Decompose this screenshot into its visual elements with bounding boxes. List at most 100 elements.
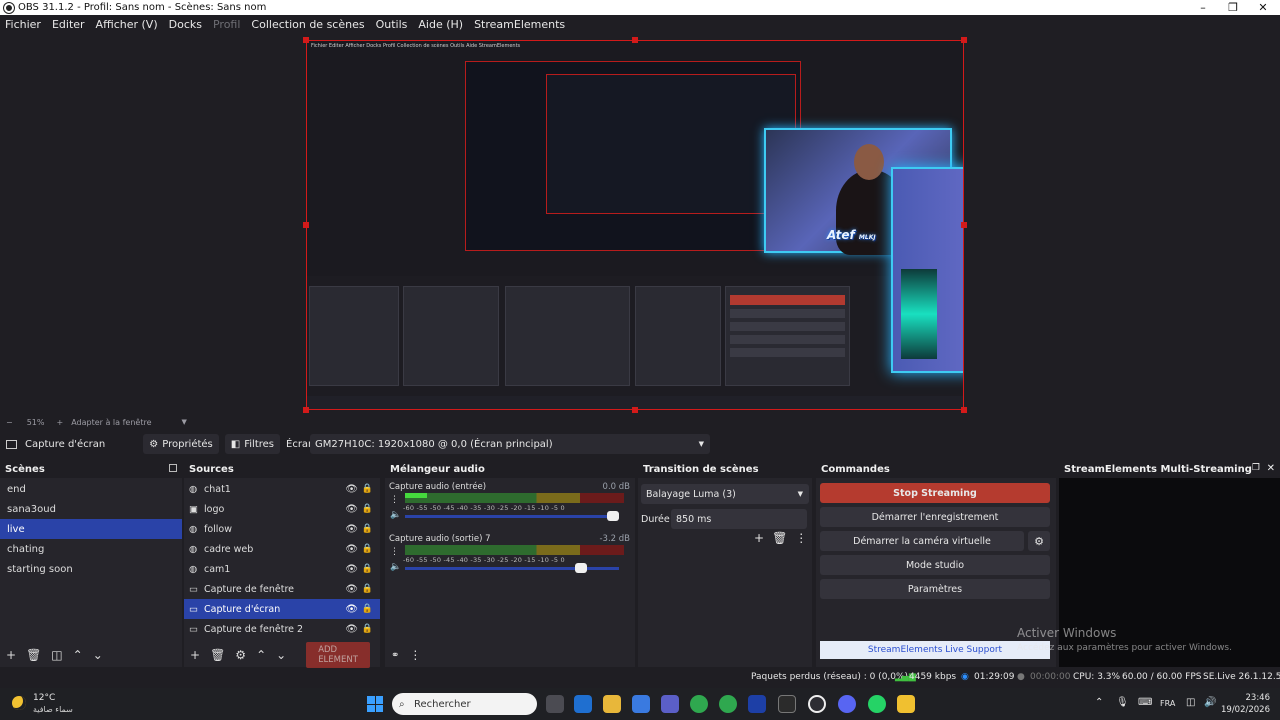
properties-button[interactable]: ⚙ Propriétés	[143, 434, 219, 454]
add-scene-icon[interactable]: +	[6, 648, 16, 662]
menu-docks[interactable]: Docks	[169, 18, 202, 31]
mixer-menu-icon[interactable]: ⋮	[409, 648, 421, 662]
volume-slider[interactable]	[405, 515, 619, 518]
menu-streamelements[interactable]: StreamElements	[474, 18, 565, 31]
scene-item-sana3oud[interactable]: sana3oud	[0, 499, 182, 519]
mic-icon[interactable]: 🎙	[1116, 697, 1129, 708]
source-item-capture-fenetre[interactable]: ▭ Capture de fenêtre 👁 🔒	[184, 579, 380, 599]
filters-button[interactable]: ◧ Filtres	[224, 434, 280, 454]
menu-outils[interactable]: Outils	[376, 18, 408, 31]
outlook-icon[interactable]	[574, 695, 592, 713]
close-icon[interactable]: ✕	[1248, 0, 1278, 15]
scene-filters-icon[interactable]: ◫	[51, 648, 62, 662]
stop-streaming-button[interactable]: Stop Streaming	[820, 483, 1050, 503]
lock-icon[interactable]: 🔒	[362, 624, 373, 634]
taskbar-search[interactable]: ⌕ Rechercher	[392, 693, 537, 715]
lock-icon[interactable]: 🔒	[362, 564, 373, 574]
store-icon[interactable]	[632, 695, 650, 713]
duration-spinbox[interactable]: 850 ms	[671, 509, 807, 529]
program-preview[interactable]: Fichier Editer Afficher Docks Profil Col…	[306, 40, 964, 410]
scene-item-starting-soon[interactable]: starting soon	[0, 559, 182, 579]
minimize-icon[interactable]: –	[1188, 0, 1218, 15]
eye-icon[interactable]: 👁	[345, 564, 358, 575]
app-u-icon[interactable]	[748, 695, 766, 713]
maximize-icon[interactable]: ❐	[1218, 0, 1248, 15]
virtual-camera-button[interactable]: Démarrer la caméra virtuelle	[820, 531, 1024, 551]
dock-float-icon[interactable]: ❐	[1252, 463, 1260, 473]
resize-handle-r[interactable]	[961, 222, 967, 228]
scene-item-chating[interactable]: chating	[0, 539, 182, 559]
screen-select[interactable]: GM27H10C: 1920x1080 @ 0,0 (Écran princip…	[310, 434, 710, 454]
eye-icon[interactable]: 👁	[345, 524, 358, 535]
move-up-icon[interactable]: ⌃	[73, 648, 83, 662]
lock-icon[interactable]: 🔒	[362, 584, 373, 594]
file-explorer-icon[interactable]	[603, 695, 621, 713]
dock-float-icon[interactable]	[169, 464, 177, 472]
speaker-icon[interactable]: 🔈	[390, 562, 401, 572]
keyboard-icon[interactable]: ⌨	[1138, 697, 1152, 708]
zoom-in-icon[interactable]: +	[56, 418, 63, 427]
volume-knob[interactable]	[607, 511, 619, 521]
add-element-button[interactable]: ADD ELEMENT	[306, 642, 370, 668]
lock-icon[interactable]: 🔒	[362, 504, 373, 514]
add-source-icon[interactable]: +	[190, 648, 200, 662]
resize-handle-bl[interactable]	[303, 407, 309, 413]
menu-collection-scenes[interactable]: Collection de scènes	[251, 18, 364, 31]
source-settings-icon[interactable]: ⚙	[235, 648, 246, 662]
lang-indicator[interactable]: FRA	[1160, 699, 1175, 708]
resize-handle-t[interactable]	[632, 37, 638, 43]
transition-select[interactable]: Balayage Luma (3) ▼	[641, 484, 809, 504]
resize-handle-l[interactable]	[303, 222, 309, 228]
eye-icon[interactable]: 👁	[345, 504, 358, 515]
eye-icon[interactable]: 👁	[345, 584, 358, 595]
whatsapp-icon[interactable]	[868, 695, 886, 713]
eye-icon[interactable]: 👁	[345, 624, 358, 635]
resize-handle-b[interactable]	[632, 407, 638, 413]
menu-afficher[interactable]: Afficher (V)	[96, 18, 158, 31]
resize-handle-tr[interactable]	[961, 37, 967, 43]
menu-editer[interactable]: Editer	[52, 18, 85, 31]
lock-icon[interactable]: 🔒	[362, 544, 373, 554]
source-item-chat1[interactable]: ◍ chat1 👁 🔒	[184, 479, 380, 499]
source-down-icon[interactable]: ⌄	[276, 648, 286, 662]
app-misc-icon[interactable]	[897, 695, 915, 713]
lock-icon[interactable]: 🔒	[362, 604, 373, 614]
source-up-icon[interactable]: ⌃	[256, 648, 266, 662]
menu-fichier[interactable]: Fichier	[5, 18, 41, 31]
chrome-icon[interactable]	[690, 695, 708, 713]
zoom-dropdown-icon[interactable]: ▼	[181, 418, 186, 426]
zoom-out-icon[interactable]: −	[6, 418, 13, 427]
discord-icon[interactable]	[838, 695, 856, 713]
settings-button[interactable]: Paramètres	[820, 579, 1050, 599]
chrome-profile-icon[interactable]	[719, 695, 737, 713]
add-transition-icon[interactable]: +	[754, 531, 764, 545]
weather-moon-icon[interactable]	[12, 696, 26, 710]
eye-icon[interactable]: 👁	[345, 484, 358, 495]
scene-item-live[interactable]: live	[0, 519, 182, 539]
move-down-icon[interactable]: ⌄	[93, 648, 103, 662]
volume-icon[interactable]: 🔊	[1204, 697, 1216, 708]
scene-item-end[interactable]: end	[0, 479, 182, 499]
virtual-camera-settings-icon[interactable]: ⚙	[1028, 531, 1050, 551]
kebab-icon[interactable]: ⋮	[390, 495, 399, 505]
lock-icon[interactable]: 🔒	[362, 524, 373, 534]
weather-temp[interactable]: 12°C	[33, 693, 55, 703]
resize-handle-tl[interactable]	[303, 37, 309, 43]
mixer-link-icon[interactable]: ⚭	[391, 650, 399, 661]
clock-date[interactable]: 19/02/2026	[1216, 705, 1270, 715]
start-recording-button[interactable]: Démarrer l'enregistrement	[820, 507, 1050, 527]
tray-chevron-icon[interactable]: ⌃	[1095, 697, 1103, 708]
studio-mode-button[interactable]: Mode studio	[820, 555, 1050, 575]
windows-start-icon[interactable]	[367, 696, 383, 712]
eye-icon[interactable]: 👁	[345, 604, 358, 615]
delete-transition-icon[interactable]: 🗑	[772, 531, 787, 545]
task-view-icon[interactable]	[546, 695, 564, 713]
delete-scene-icon[interactable]: 🗑	[26, 648, 41, 662]
obs-taskbar-icon[interactable]	[808, 695, 826, 713]
capcut-icon[interactable]	[778, 695, 796, 713]
volume-knob[interactable]	[575, 563, 587, 573]
transition-menu-icon[interactable]: ⋮	[795, 531, 807, 545]
kebab-icon[interactable]: ⋮	[390, 547, 399, 557]
source-item-capture-fenetre-2[interactable]: ▭ Capture de fenêtre 2 👁 🔒	[184, 619, 380, 639]
delete-source-icon[interactable]: 🗑	[210, 648, 225, 662]
